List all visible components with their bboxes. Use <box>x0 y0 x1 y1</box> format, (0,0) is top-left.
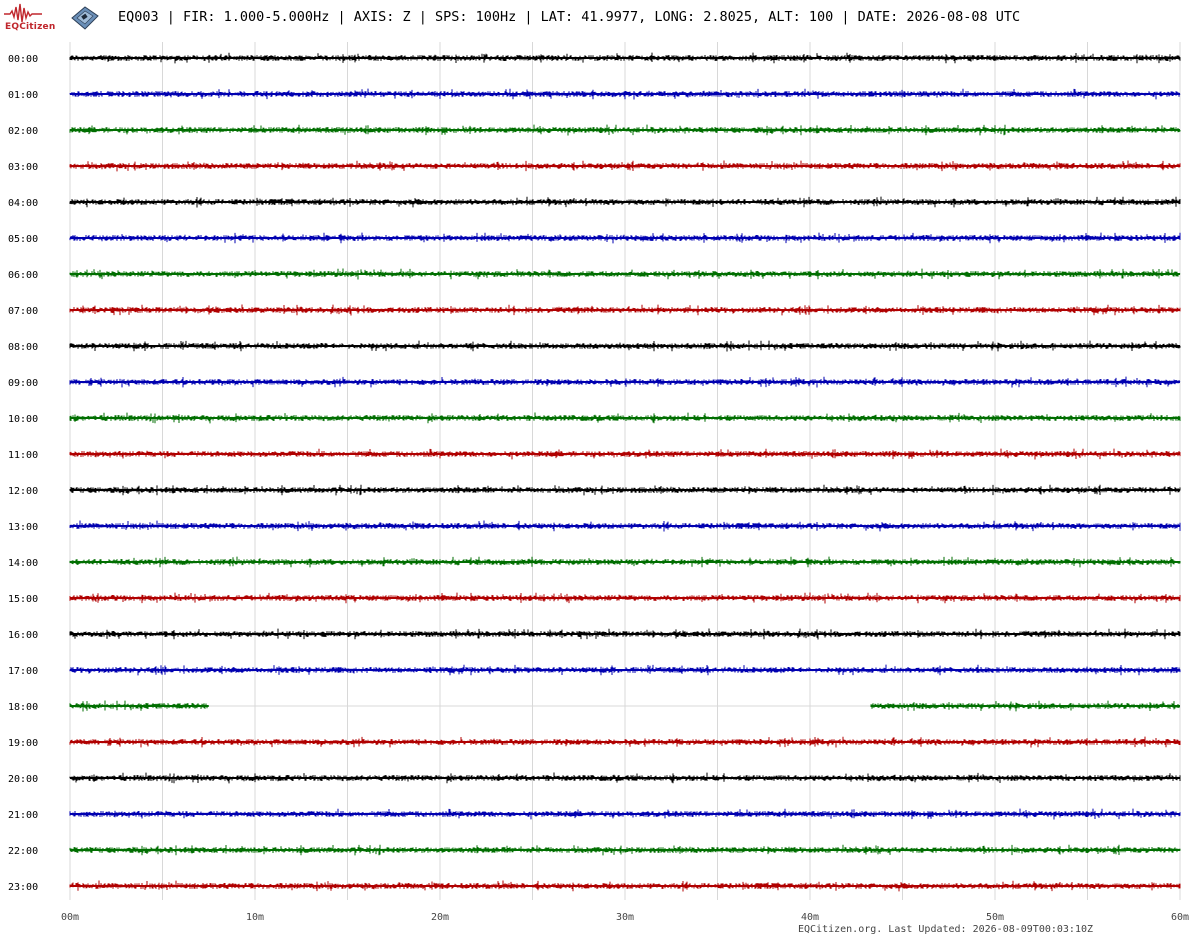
hour-label: 12:00 <box>8 486 38 497</box>
helicorder-chart: 00:00 01:00 02:00 03:00 04:00 05:00 06:00 07:00… <box>8 42 1189 923</box>
hour-label: 13:00 <box>8 522 38 533</box>
hour-label: 04:00 <box>8 198 38 209</box>
hour-label: 06:00 <box>8 270 38 281</box>
hour-label: 18:00 <box>8 702 38 713</box>
x-tick-label: 00m <box>61 912 79 923</box>
hour-label: 09:00 <box>8 378 38 389</box>
hour-label: 17:00 <box>8 666 38 677</box>
x-axis-ticks: 00m 10m 20m 30m 40m 50m 60m <box>61 912 1189 923</box>
x-tick-label: 10m <box>246 912 264 923</box>
hour-label: 07:00 <box>8 306 38 317</box>
hour-label: 10:00 <box>8 414 38 425</box>
hour-label: 11:00 <box>8 450 38 461</box>
x-tick-label: 50m <box>986 912 1004 923</box>
hour-labels: 00:00 01:00 02:00 03:00 04:00 05:00 06:00 07:00… <box>8 54 38 893</box>
hour-label: 19:00 <box>8 738 38 749</box>
x-tick-label: 60m <box>1171 912 1189 923</box>
hour-label: 03:00 <box>8 162 38 173</box>
hour-label: 08:00 <box>8 342 38 353</box>
x-tick-label: 40m <box>801 912 819 923</box>
hour-label: 15:00 <box>8 594 38 605</box>
footer-updated: EQCitizen.org. Last Updated: 2026-08-09T… <box>798 924 1094 935</box>
hour-label: 23:00 <box>8 882 38 893</box>
hour-label: 02:00 <box>8 126 38 137</box>
hour-label: 16:00 <box>8 630 38 641</box>
hour-label: 22:00 <box>8 846 38 857</box>
x-tick-label: 20m <box>431 912 449 923</box>
hour-label: 21:00 <box>8 810 38 821</box>
x-tick-label: 30m <box>616 912 634 923</box>
hour-label: 05:00 <box>8 234 38 245</box>
hour-label: 00:00 <box>8 54 38 65</box>
hour-label: 01:00 <box>8 90 38 101</box>
grid <box>69 42 1181 900</box>
hour-label: 20:00 <box>8 774 38 785</box>
hour-label: 14:00 <box>8 558 38 569</box>
